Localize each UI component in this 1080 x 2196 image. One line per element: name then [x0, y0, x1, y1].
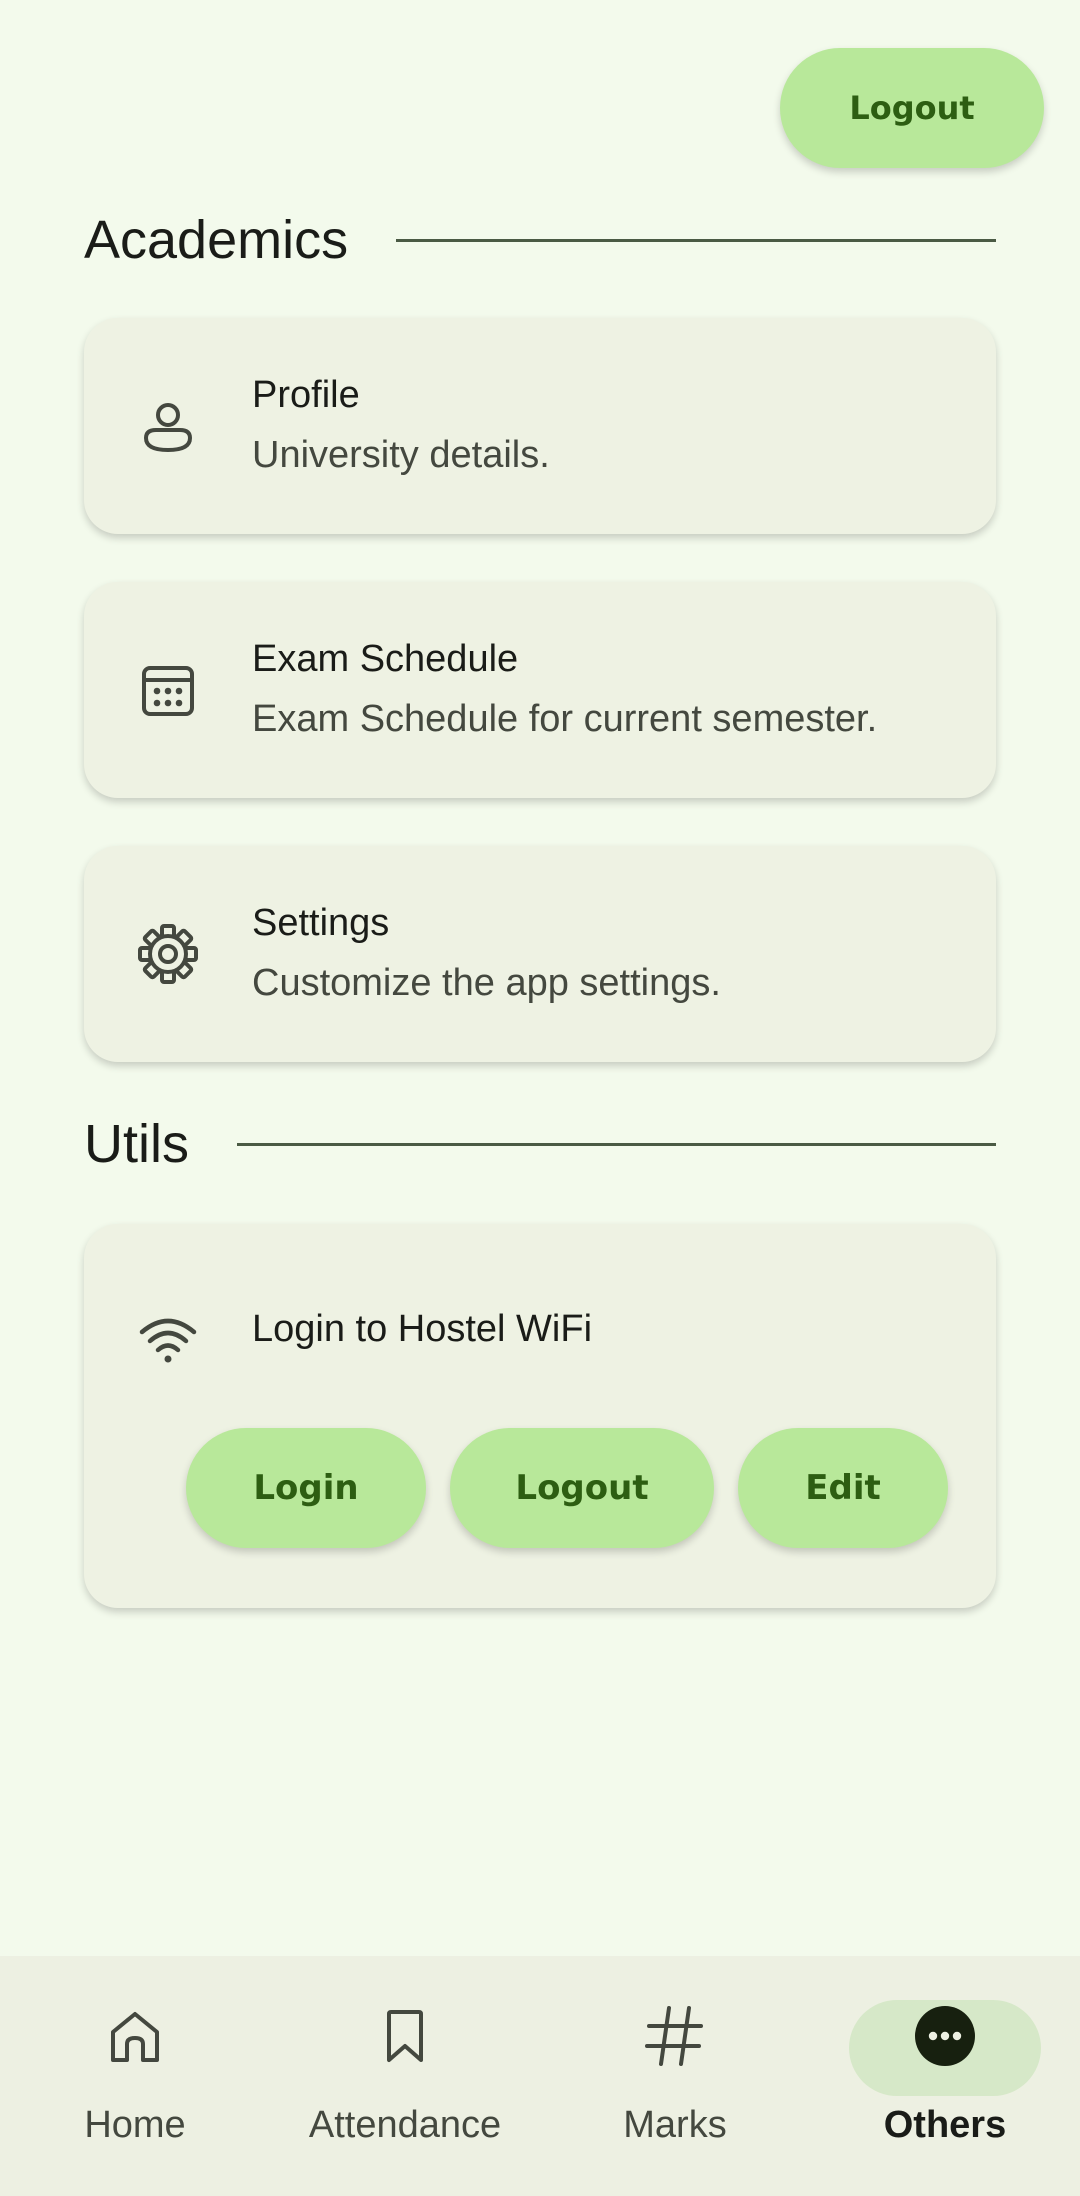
bookmark-icon: [369, 2000, 441, 2072]
settings-subtitle: Customize the app settings.: [252, 962, 721, 1004]
wifi-edit-button[interactable]: Edit: [738, 1428, 948, 1548]
nav-label-home: Home: [84, 2104, 186, 2146]
section-divider: [237, 1142, 996, 1146]
wifi-icon: [138, 1308, 198, 1368]
more-icon: [909, 2000, 981, 2072]
nav-item-home[interactable]: Home: [0, 1956, 270, 2196]
hostel-wifi-card: Login to Hostel WiFi Login Logout Edit: [84, 1224, 996, 1608]
person-icon: [138, 396, 198, 456]
settings-title: Settings: [252, 902, 390, 944]
nav-item-attendance[interactable]: Attendance: [270, 1956, 540, 2196]
exam-schedule-card[interactable]: Exam Schedule Exam Schedule for current …: [84, 582, 996, 798]
academics-title: Academics: [84, 210, 349, 270]
profile-title: Profile: [252, 374, 360, 416]
profile-card[interactable]: Profile University details.: [84, 318, 996, 534]
wifi-logout-button[interactable]: Logout: [450, 1428, 714, 1548]
bottom-navigation-bar: Home Attendance Marks Others: [0, 1956, 1080, 2196]
wifi-title: Login to Hostel WiFi: [252, 1308, 593, 1350]
exam-schedule-subtitle: Exam Schedule for current semester.: [252, 698, 878, 740]
calendar-icon: [138, 660, 198, 720]
profile-subtitle: University details.: [252, 434, 550, 476]
home-icon: [99, 2000, 171, 2072]
settings-card[interactable]: Settings Customize the app settings.: [84, 846, 996, 1062]
hash-icon: [639, 2000, 711, 2072]
nav-label-attendance: Attendance: [308, 2104, 502, 2146]
section-divider: [396, 238, 996, 242]
academics-section-header: Academics: [84, 200, 996, 280]
nav-item-others[interactable]: Others: [810, 1956, 1080, 2196]
nav-item-marks[interactable]: Marks: [540, 1956, 810, 2196]
gear-icon: [138, 924, 198, 984]
exam-schedule-title: Exam Schedule: [252, 638, 519, 680]
utils-section-header: Utils: [84, 1104, 996, 1184]
wifi-login-button[interactable]: Login: [186, 1428, 426, 1548]
nav-label-marks: Marks: [623, 2104, 727, 2146]
utils-title: Utils: [84, 1114, 189, 1174]
logout-button[interactable]: Logout: [780, 48, 1044, 168]
nav-label-others: Others: [883, 2104, 1007, 2146]
